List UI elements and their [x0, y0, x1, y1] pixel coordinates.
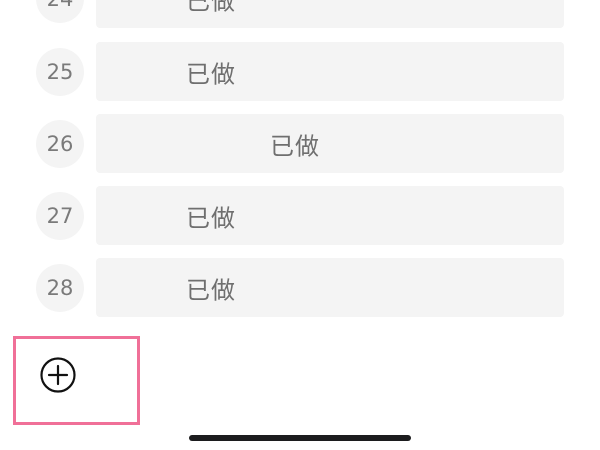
record-status: 已做	[186, 276, 236, 304]
record-entry[interactable]: 已做	[96, 186, 564, 245]
record-entry[interactable]: 已做	[96, 0, 564, 28]
record-entry[interactable]: 已做	[96, 258, 564, 317]
day-number-badge: 25	[36, 48, 84, 96]
day-number: 25	[46, 60, 74, 84]
record-list-screen: 24 已做 25 已做 26 已做 27 已做 28 已	[0, 0, 600, 450]
add-record-button[interactable]	[38, 355, 78, 395]
day-number: 27	[46, 204, 74, 228]
day-number: 28	[46, 276, 74, 300]
day-number-badge: 28	[36, 264, 84, 312]
day-number: 24	[47, 0, 74, 11]
day-number-badge: 27	[36, 192, 84, 240]
record-entry[interactable]: 已做	[96, 42, 564, 101]
record-row-25: 25 已做	[0, 42, 600, 102]
day-number: 26	[46, 132, 74, 156]
home-indicator[interactable]	[189, 435, 411, 441]
record-row-27: 27 已做	[0, 186, 600, 246]
record-row-24: 24 已做	[0, 0, 600, 29]
record-row-28: 28 已做	[0, 258, 600, 318]
record-status: 已做	[186, 204, 236, 232]
plus-circle-icon	[40, 357, 76, 393]
record-row-26: 26 已做	[0, 114, 600, 174]
day-number-badge: 26	[36, 120, 84, 168]
day-number-badge: 24	[36, 0, 84, 23]
record-status: 已做	[270, 132, 320, 160]
record-status: 已做	[186, 0, 236, 15]
record-status: 已做	[186, 60, 236, 88]
record-entry[interactable]: 已做	[96, 114, 564, 173]
